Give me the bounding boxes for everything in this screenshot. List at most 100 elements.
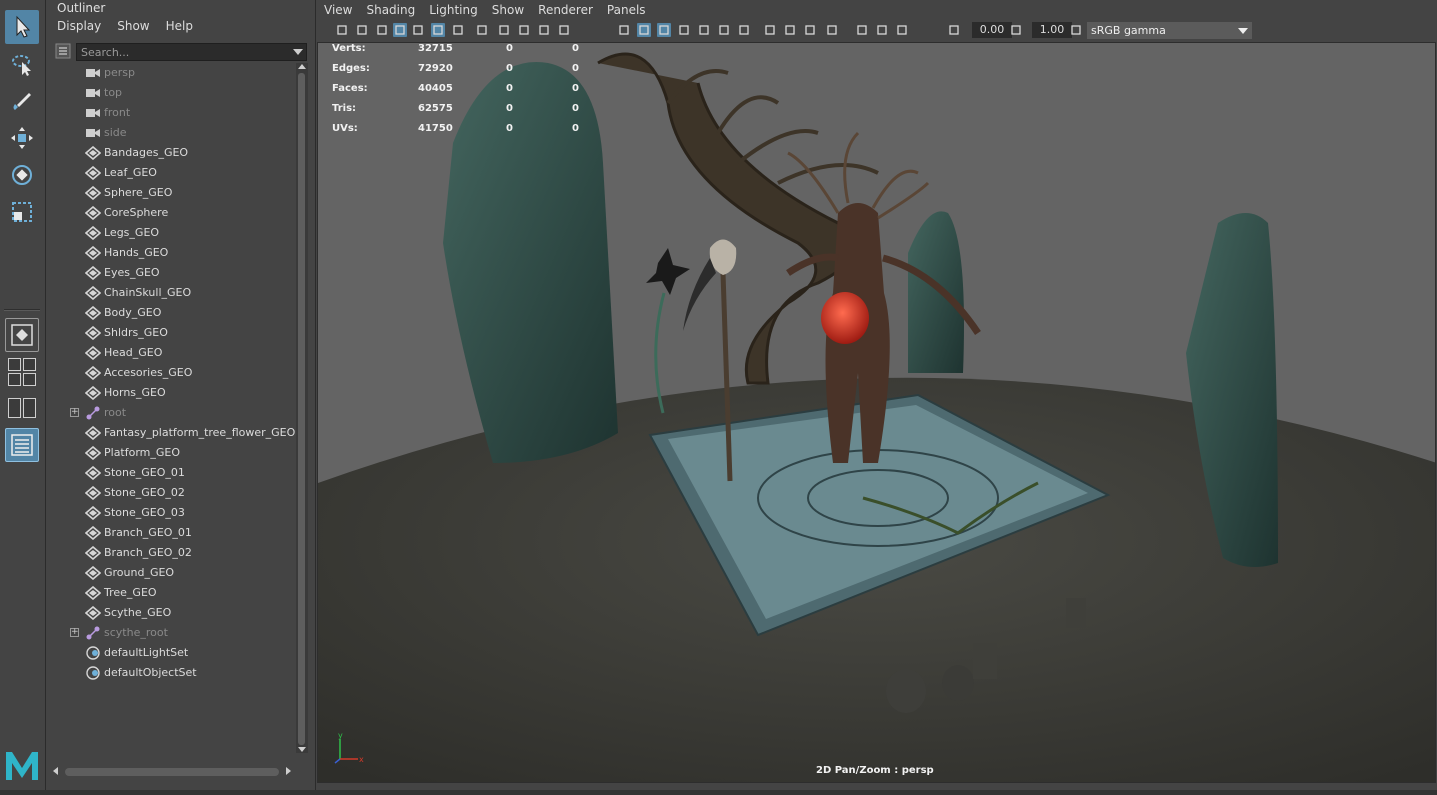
- side-panel-icon[interactable]: [23, 398, 36, 418]
- anti-aliasing-icon[interactable]: [782, 22, 798, 38]
- isolate-select-icon[interactable]: [824, 22, 840, 38]
- scroll-down-icon[interactable]: [298, 747, 306, 752]
- lasso-tool-button[interactable]: [5, 48, 39, 82]
- use-all-lights-icon[interactable]: [696, 22, 712, 38]
- wireframe-icon[interactable]: [616, 22, 632, 38]
- outliner-item[interactable]: Tree_GEO: [47, 583, 297, 603]
- outliner-item[interactable]: Ground_GEO: [47, 563, 297, 583]
- color-space-dropdown[interactable]: sRGB gamma: [1087, 22, 1252, 39]
- add-panel-icon[interactable]: [8, 398, 21, 418]
- outliner-menu-show[interactable]: Show: [117, 19, 149, 33]
- select-tool-button[interactable]: [5, 10, 39, 44]
- shadows-icon[interactable]: [716, 22, 732, 38]
- scale-tool-button[interactable]: [5, 195, 39, 229]
- outliner-item[interactable]: persp: [47, 63, 297, 83]
- wireframe-on-shaded-icon[interactable]: [656, 22, 672, 38]
- outliner-item[interactable]: side: [47, 123, 297, 143]
- graph-layout-icon[interactable]: [23, 373, 36, 386]
- scroll-left-icon[interactable]: [53, 767, 58, 775]
- outliner-item[interactable]: Horns_GEO: [47, 383, 297, 403]
- outliner-item[interactable]: Stone_GEO_02: [47, 483, 297, 503]
- outliner-item[interactable]: Platform_GEO: [47, 443, 297, 463]
- textured-icon[interactable]: [676, 22, 692, 38]
- four-view-layout-icon[interactable]: [8, 358, 21, 371]
- exposure-icon[interactable]: [946, 22, 962, 38]
- persp-outliner-layout-icon[interactable]: [23, 358, 36, 371]
- depth-of-field-icon[interactable]: [802, 22, 818, 38]
- resolution-gate-icon[interactable]: [474, 22, 490, 38]
- motion-blur-icon[interactable]: [762, 22, 778, 38]
- bookmark-icon[interactable]: [354, 22, 370, 38]
- outliner-item[interactable]: + root: [47, 403, 297, 423]
- rotate-tool-button[interactable]: [5, 158, 39, 192]
- expand-icon[interactable]: +: [70, 408, 79, 417]
- expand-icon[interactable]: +: [70, 628, 79, 637]
- outliner-item[interactable]: Sphere_GEO: [47, 183, 297, 203]
- outliner-item[interactable]: + scythe_root: [47, 623, 297, 643]
- exposure-field[interactable]: 0.00: [972, 22, 1012, 38]
- outliner-item[interactable]: Head_GEO: [47, 343, 297, 363]
- outliner-item[interactable]: Body_GEO: [47, 303, 297, 323]
- panel-menu-panels[interactable]: Panels: [607, 3, 646, 17]
- scroll-up-icon[interactable]: [298, 64, 306, 69]
- outliner-item[interactable]: Fantasy_platform_tree_flower_GEO: [47, 423, 297, 443]
- outliner-item[interactable]: defaultLightSet: [47, 643, 297, 663]
- single-view-layout-button[interactable]: [5, 318, 39, 352]
- filter-icon[interactable]: [55, 43, 71, 59]
- outliner-search-input[interactable]: Search...: [76, 43, 307, 61]
- outliner-item[interactable]: Shldrs_GEO: [47, 323, 297, 343]
- outliner-item[interactable]: Bandages_GEO: [47, 143, 297, 163]
- 3d-viewport[interactable]: Verts: 32715 0 0 Edges: 72920 0 0 Faces: 40405 0 0 T…: [317, 42, 1436, 783]
- panel-menu-lighting[interactable]: Lighting: [429, 3, 478, 17]
- ambient-occlusion-icon[interactable]: [736, 22, 752, 38]
- outliner-item[interactable]: CoreSphere: [47, 203, 297, 223]
- 2d-pan-zoom-icon[interactable]: [392, 22, 408, 38]
- outliner-item[interactable]: Legs_GEO: [47, 223, 297, 243]
- xray-components-icon[interactable]: [894, 22, 910, 38]
- outliner-item[interactable]: defaultObjectSet: [47, 663, 297, 683]
- safe-action-icon[interactable]: [536, 22, 552, 38]
- panel-menu-view[interactable]: View: [324, 3, 352, 17]
- outliner-item[interactable]: Branch_GEO_02: [47, 543, 297, 563]
- safe-title-icon[interactable]: [556, 22, 572, 38]
- scroll-right-icon[interactable]: [286, 767, 291, 775]
- outliner-item[interactable]: Leaf_GEO: [47, 163, 297, 183]
- scrollbar-thumb[interactable]: [65, 768, 279, 776]
- outliner-item[interactable]: Eyes_GEO: [47, 263, 297, 283]
- outliner-item[interactable]: Accesories_GEO: [47, 363, 297, 383]
- xray-icon[interactable]: [854, 22, 870, 38]
- grease-pencil-icon[interactable]: [410, 22, 426, 38]
- image-plane-icon[interactable]: [374, 22, 390, 38]
- outliner-item[interactable]: Stone_GEO_01: [47, 463, 297, 483]
- move-tool-button[interactable]: [5, 121, 39, 155]
- outliner-item[interactable]: Hands_GEO: [47, 243, 297, 263]
- scrollbar-thumb[interactable]: [298, 73, 305, 745]
- panel-menu-show[interactable]: Show: [492, 3, 524, 17]
- panel-menu-renderer[interactable]: Renderer: [538, 3, 593, 17]
- field-chart-icon[interactable]: [516, 22, 532, 38]
- outliner-vertical-scrollbar[interactable]: [296, 63, 308, 753]
- gate-mask-icon[interactable]: [496, 22, 512, 38]
- panel-menu-shading[interactable]: Shading: [366, 3, 415, 17]
- outliner-item[interactable]: Scythe_GEO: [47, 603, 297, 623]
- smooth-shade-icon[interactable]: [636, 22, 652, 38]
- camera-attributes-icon[interactable]: [334, 22, 350, 38]
- color-management-icon[interactable]: [1068, 22, 1084, 38]
- gamma-icon[interactable]: [1008, 22, 1024, 38]
- outliner-layout-button[interactable]: [5, 428, 39, 462]
- outliner-item[interactable]: front: [47, 103, 297, 123]
- grid-icon[interactable]: [430, 22, 446, 38]
- outliner-horizontal-scrollbar[interactable]: [52, 765, 292, 777]
- outliner-item[interactable]: Stone_GEO_03: [47, 503, 297, 523]
- xray-joints-icon[interactable]: [874, 22, 890, 38]
- outliner-menu-display[interactable]: Display: [57, 19, 101, 33]
- paint-select-tool-button[interactable]: [5, 84, 39, 118]
- outliner-item[interactable]: Branch_GEO_01: [47, 523, 297, 543]
- outliner-menu-help[interactable]: Help: [166, 19, 193, 33]
- grid-layout-icon[interactable]: [8, 373, 21, 386]
- gamma-field[interactable]: 1.00: [1032, 22, 1072, 38]
- film-gate-icon[interactable]: [450, 22, 466, 38]
- outliner-item[interactable]: ChainSkull_GEO: [47, 283, 297, 303]
- outliner-item[interactable]: top: [47, 83, 297, 103]
- search-dropdown-icon[interactable]: [293, 49, 303, 55]
